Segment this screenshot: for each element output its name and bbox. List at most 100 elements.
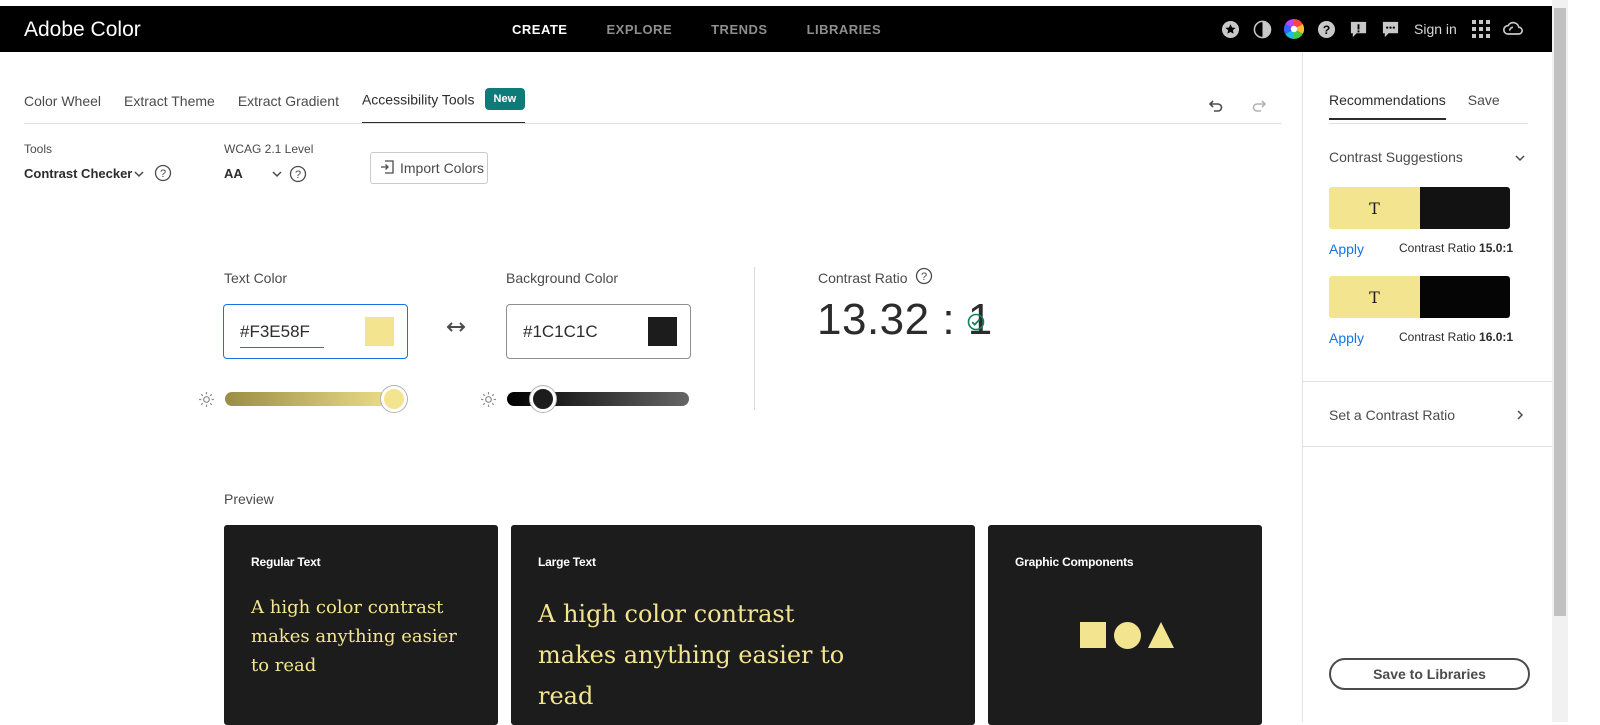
suggestion-text-sample: T	[1329, 276, 1420, 318]
preview-label: Preview	[224, 491, 274, 507]
redo-icon[interactable]	[1250, 94, 1270, 119]
contrast-ratio-label: Contrast Ratio	[818, 269, 908, 286]
chevron-down-icon[interactable]	[1514, 151, 1526, 169]
circle-shape	[1114, 622, 1141, 649]
background-color-swatch[interactable]	[648, 317, 677, 346]
vertical-divider	[754, 267, 755, 410]
new-badge: New	[484, 88, 526, 110]
tabs-divider	[24, 123, 1282, 124]
undo-icon[interactable]	[1205, 94, 1225, 119]
top-nav-bar: Adobe Color CREATE EXPLORE TRENDS LIBRAR…	[0, 6, 1552, 52]
background-color-input[interactable]: #1C1C1C	[506, 304, 691, 359]
text-color-label: Text Color	[224, 270, 288, 286]
tab-extract-gradient[interactable]: Extract Gradient	[238, 93, 339, 121]
nav-trends[interactable]: TRENDS	[711, 22, 767, 37]
text-color-input[interactable]: #F3E58F	[223, 304, 408, 359]
star-icon[interactable]	[1220, 19, 1240, 39]
chat-icon[interactable]	[1380, 19, 1400, 39]
mode-tabs: Color Wheel Extract Theme Extract Gradie…	[24, 88, 548, 124]
chevron-right-icon[interactable]	[1514, 408, 1526, 426]
brightness-icon	[199, 392, 214, 412]
suggestion-1-ratio: Contrast Ratio 15.0:1	[1399, 241, 1513, 255]
regular-text-title: Regular Text	[251, 555, 321, 569]
tab-accessibility-tools-label: Accessibility Tools	[361, 91, 475, 108]
nav-create[interactable]: CREATE	[512, 22, 567, 37]
suggestion-swatch-1[interactable]: T	[1329, 187, 1510, 229]
panel-divider	[1303, 381, 1553, 382]
sign-in-link[interactable]: Sign in	[1414, 21, 1457, 37]
wcag-help-icon[interactable]: ?	[289, 165, 307, 188]
alert-icon[interactable]	[1348, 19, 1368, 39]
square-shape	[1080, 622, 1106, 648]
suggestion-1-ratio-value: 15.0:1	[1479, 241, 1514, 255]
suggestion-swatch-2[interactable]: T	[1329, 276, 1510, 318]
suggestion-2-ratio-label: Contrast Ratio	[1399, 330, 1476, 344]
svg-text:?: ?	[295, 169, 301, 181]
text-color-swatch[interactable]	[365, 317, 394, 346]
text-color-underline	[240, 347, 324, 348]
save-to-libraries-button[interactable]: Save to Libraries	[1329, 658, 1530, 690]
wcag-label: WCAG 2.1 Level	[224, 142, 314, 156]
contrast-help-icon[interactable]: ?	[915, 267, 933, 288]
chevron-down-icon[interactable]	[271, 167, 283, 185]
apply-suggestion-1-link[interactable]: Apply	[1329, 241, 1364, 257]
creative-cloud-icon[interactable]	[1502, 19, 1523, 39]
graphic-components-title: Graphic Components	[1015, 555, 1134, 569]
suggestion-background	[1420, 187, 1510, 229]
tab-accessibility-tools[interactable]: Accessibility Tools New	[361, 88, 526, 124]
contrast-ratio-header: Contrast Ratio ?	[818, 267, 933, 288]
graphic-components-preview: Graphic Components	[988, 525, 1262, 725]
top-icons: ? Sign in	[1220, 19, 1523, 39]
import-colors-button[interactable]: Import Colors	[370, 152, 488, 184]
text-color-hex[interactable]: #F3E58F	[240, 322, 310, 342]
background-color-hex[interactable]: #1C1C1C	[523, 322, 598, 342]
tab-color-wheel[interactable]: Color Wheel	[24, 93, 101, 121]
import-colors-label: Import Colors	[400, 160, 485, 176]
suggestion-text-sample: T	[1329, 187, 1420, 229]
svg-text:?: ?	[160, 168, 166, 180]
set-contrast-ratio[interactable]: Set a Contrast Ratio	[1329, 407, 1455, 423]
main-nav: CREATE EXPLORE TRENDS LIBRARIES	[512, 22, 881, 37]
triangle-shape	[1148, 622, 1174, 648]
import-icon	[380, 159, 394, 177]
tools-help-icon[interactable]: ?	[154, 164, 172, 187]
tab-save[interactable]: Save	[1468, 92, 1500, 120]
tools-select[interactable]: Contrast Checker	[24, 166, 132, 181]
moon-icon[interactable]	[1252, 19, 1272, 39]
swap-icon[interactable]	[446, 320, 466, 339]
text-brightness-thumb[interactable]	[381, 386, 408, 412]
tab-extract-theme[interactable]: Extract Theme	[124, 93, 215, 121]
scrollbar-thumb[interactable]	[1554, 8, 1566, 616]
svg-text:?: ?	[921, 271, 927, 283]
suggestion-2-ratio-value: 16.0:1	[1479, 330, 1514, 344]
contrast-suggestions-title[interactable]: Contrast Suggestions	[1329, 149, 1463, 165]
right-panel-tabs: Recommendations Save	[1329, 92, 1500, 120]
svg-text:?: ?	[1322, 22, 1330, 36]
apps-grid-icon[interactable]	[1471, 19, 1491, 39]
app-title[interactable]: Adobe Color	[24, 18, 141, 42]
regular-text-preview: Regular Text A high color contrast makes…	[224, 525, 498, 725]
recommendations-panel: Recommendations Save Contrast Suggestion…	[1302, 52, 1553, 722]
text-brightness-slider[interactable]	[225, 392, 407, 406]
right-tabs-divider	[1329, 123, 1528, 124]
background-color-label: Background Color	[506, 270, 619, 286]
color-wheel-icon[interactable]	[1284, 19, 1304, 39]
nav-explore[interactable]: EXPLORE	[606, 22, 672, 37]
panel-divider	[1303, 446, 1553, 447]
suggestion-background	[1420, 276, 1510, 318]
checkmark-circle-icon	[967, 313, 985, 336]
brightness-icon	[481, 392, 496, 412]
large-text-sample: A high color contrast makes anything eas…	[538, 600, 845, 710]
apply-suggestion-2-link[interactable]: Apply	[1329, 330, 1364, 346]
tools-label: Tools	[24, 142, 53, 156]
large-text-preview: Large Text A high color contrast makes a…	[511, 525, 975, 725]
suggestion-2-ratio: Contrast Ratio 16.0:1	[1399, 330, 1513, 344]
tab-recommendations[interactable]: Recommendations	[1329, 92, 1446, 120]
background-brightness-thumb[interactable]	[530, 386, 557, 412]
large-text-title: Large Text	[538, 555, 596, 569]
wcag-select[interactable]: AA	[224, 166, 243, 181]
nav-libraries[interactable]: LIBRARIES	[807, 22, 882, 37]
chevron-down-icon[interactable]	[133, 167, 145, 185]
window-edge	[1568, 0, 1600, 722]
help-icon[interactable]: ?	[1316, 19, 1336, 39]
